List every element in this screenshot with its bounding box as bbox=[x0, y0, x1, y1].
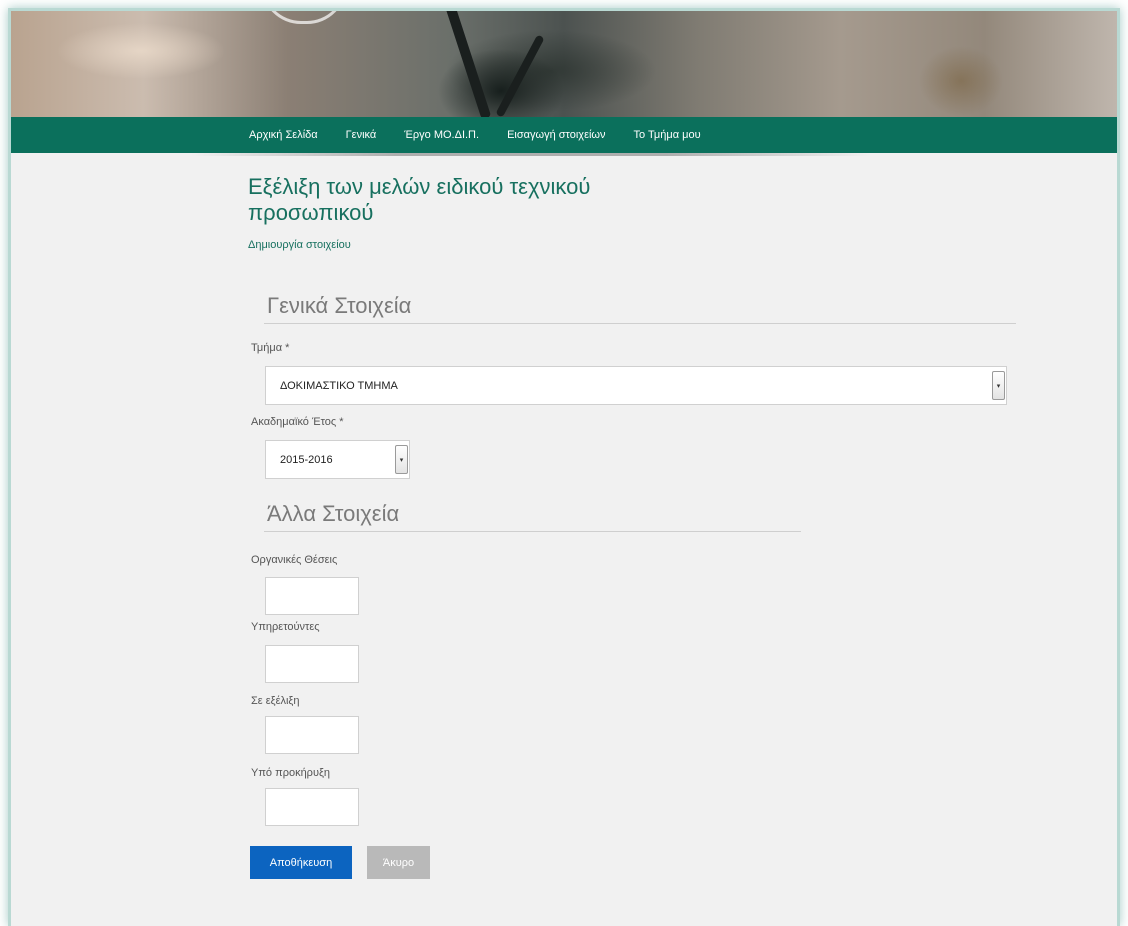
positions-label: Οργανικές Θέσεις bbox=[251, 554, 338, 566]
nav-item-home[interactable]: Αρχική Σελίδα bbox=[249, 129, 318, 141]
main-navbar: Αρχική Σελίδα Γενικά Έργο ΜΟ.ΔΙ.Π. Εισαγ… bbox=[11, 117, 1117, 153]
serving-input[interactable] bbox=[265, 645, 359, 683]
positions-input[interactable] bbox=[265, 577, 359, 615]
serving-label: Υπηρετούντες bbox=[251, 621, 320, 633]
chevron-down-icon[interactable]: ▾ bbox=[395, 445, 408, 474]
nav-item-general[interactable]: Γενικά bbox=[346, 129, 377, 141]
nav-shadow bbox=[191, 153, 871, 156]
academic-year-label: Ακαδημαϊκό Έτος * bbox=[251, 416, 344, 428]
under-announcement-label: Υπό προκήρυξη bbox=[251, 767, 330, 779]
academic-year-select-value: 2015-2016 bbox=[280, 453, 333, 466]
logo-image bbox=[261, 11, 347, 24]
in-progress-label: Σε εξέλιξη bbox=[251, 695, 300, 707]
department-label: Τμήμα * bbox=[251, 342, 290, 354]
header-banner-image bbox=[11, 11, 1117, 123]
page-title: Εξέλιξη των μελών ειδικού τεχνικού προσω… bbox=[248, 174, 748, 226]
nav-item-my-department[interactable]: Το Τμήμα μου bbox=[634, 129, 701, 141]
page-title-line2: προσωπικού bbox=[248, 200, 374, 225]
academic-year-select[interactable]: 2015-2016 ▾ bbox=[265, 440, 410, 479]
banner-decoration bbox=[495, 34, 545, 118]
browser-frame: Αρχική Σελίδα Γενικά Έργο ΜΟ.ΔΙ.Π. Εισαγ… bbox=[8, 8, 1120, 926]
section-heading-general: Γενικά Στοιχεία bbox=[264, 293, 1016, 324]
page-title-line1: Εξέλιξη των μελών ειδικού τεχνικού bbox=[248, 174, 591, 199]
under-announcement-input[interactable] bbox=[265, 788, 359, 826]
nav-item-data-entry[interactable]: Εισαγωγή στοιχείων bbox=[507, 129, 605, 141]
page-subtitle: Δημιουργία στοιχείου bbox=[248, 239, 351, 251]
chevron-down-icon[interactable]: ▾ bbox=[992, 371, 1005, 400]
cancel-button[interactable]: Άκυρο bbox=[367, 846, 430, 879]
nav-item-project[interactable]: Έργο ΜΟ.ΔΙ.Π. bbox=[404, 129, 479, 141]
department-select-value: ΔΟΚΙΜΑΣΤΙΚΟ ΤΜΗΜΑ bbox=[280, 379, 398, 392]
section-heading-other: Άλλα Στοιχεία bbox=[264, 501, 801, 532]
save-button[interactable]: Αποθήκευση bbox=[250, 846, 352, 879]
department-select[interactable]: ΔΟΚΙΜΑΣΤΙΚΟ ΤΜΗΜΑ ▾ bbox=[265, 366, 1007, 405]
nav-menu: Αρχική Σελίδα Γενικά Έργο ΜΟ.ΔΙ.Π. Εισαγ… bbox=[249, 117, 729, 153]
banner-decoration bbox=[444, 11, 492, 120]
in-progress-input[interactable] bbox=[265, 716, 359, 754]
